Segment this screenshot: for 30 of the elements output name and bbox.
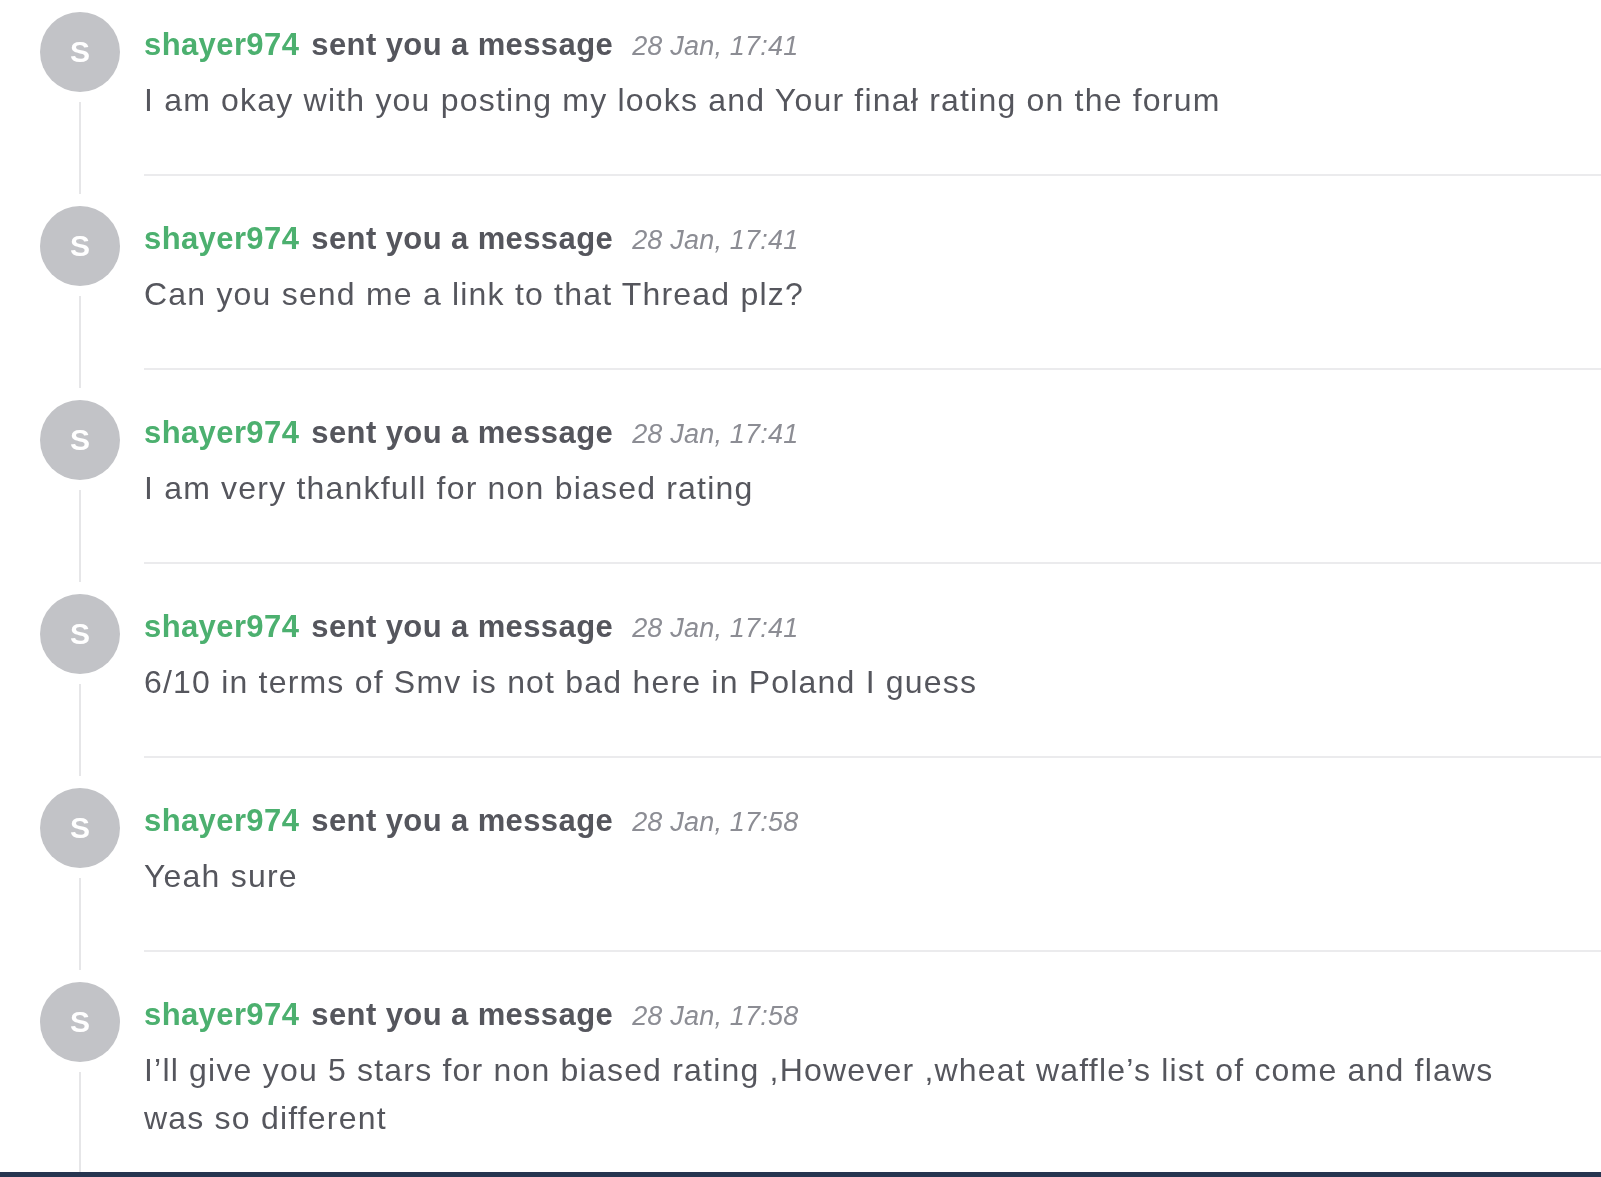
message-text: I am okay with you posting my looks and Your finał rating on the forum xyxy=(144,81,1222,120)
sender-link[interactable]: shayer974 xyxy=(144,219,300,259)
timestamp: 28 Jan, 17:58 xyxy=(632,806,799,839)
message-action: sent you a message xyxy=(311,26,614,64)
timestamp: 28 Jan, 17:58 xyxy=(632,1000,799,1033)
message-text: I’ll give you 5 stars for non biased rating ,However ,wheat waffle’s list of come and flaws was so different xyxy=(144,1051,1495,1138)
avatar: S xyxy=(40,982,120,1062)
message-text: I am very thankfull for non biased rating xyxy=(144,469,755,508)
sender-link[interactable]: shayer974 xyxy=(144,607,300,647)
message-action: sent you a message xyxy=(311,220,614,258)
avatar: S xyxy=(40,12,120,92)
message-action: sent you a message xyxy=(311,996,614,1034)
message-action: sent you a message xyxy=(311,414,614,452)
sender-link[interactable]: shayer974 xyxy=(144,413,300,453)
sender-link[interactable]: shayer974 xyxy=(144,801,300,841)
message-text: 6/10 in terms of Smv is not bad here in Poland I guess xyxy=(144,663,979,702)
message-action: sent you a message xyxy=(311,802,614,840)
avatar: S xyxy=(40,206,120,286)
message-action: sent you a message xyxy=(311,608,614,646)
message-text: Can you send me a link to that Thread plz? xyxy=(144,275,805,314)
timestamp: 28 Jan, 17:41 xyxy=(632,224,799,257)
timestamp: 28 Jan, 17:41 xyxy=(632,612,799,645)
timestamp: 28 Jan, 17:41 xyxy=(632,30,799,63)
message-text: Yeah sure xyxy=(144,857,299,896)
sender-link[interactable]: shayer974 xyxy=(144,25,300,65)
avatar: S xyxy=(40,594,120,674)
avatar: S xyxy=(40,400,120,480)
timestamp: 28 Jan, 17:41 xyxy=(632,418,799,451)
sender-link[interactable]: shayer974 xyxy=(144,995,300,1035)
avatar: S xyxy=(40,788,120,868)
